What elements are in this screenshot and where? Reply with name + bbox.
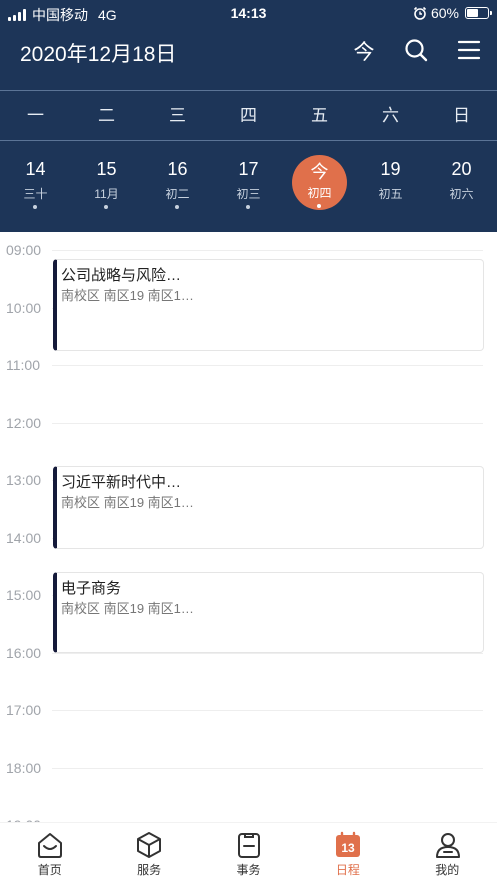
hour-row: 12:00 [0,413,497,433]
app-header: 中国移动 4G 14:13 60% 2020年12月18日 今 一 二 三 四 … [0,0,497,232]
hour-label: 10:00 [6,299,42,316]
event-title: 公司战略与风险… [61,266,182,284]
date-cell[interactable]: 17 初三 [213,142,284,230]
date-number: 17 [238,159,259,179]
event-dot [246,205,250,209]
menu-button[interactable] [455,36,483,64]
tab-mine[interactable]: 我的 [398,823,497,883]
hour-label: 12:00 [6,414,42,431]
tab-label: 日程 [335,863,360,877]
date-number: 15 [96,159,117,179]
date-cell[interactable]: 14 三十 [0,142,71,230]
hour-gridline [52,767,483,769]
lunar-date: 初三 [236,187,261,201]
hour-row: 09:00 [0,240,497,260]
page-title: 2020年12月18日 [20,43,177,66]
event-location: 南校区 南区19 南区1… [61,287,194,303]
hour-row: 19:00 [0,815,497,822]
schedule-event-card[interactable]: 公司战略与风险… 南校区 南区19 南区1… [53,258,484,351]
event-location: 南校区 南区19 南区1… [61,494,194,510]
hour-row: 18:00 [0,758,497,778]
weekday-label: 五 [311,106,328,125]
date-strip: 14 三十 15 11月 16 初二 17 初三 今初四 19 初五 20 初六 [0,142,497,230]
lunar-date: 初六 [449,187,474,201]
weekday-label: 二 [98,106,115,125]
hour-row: 11:00 [0,355,497,375]
tab-affairs[interactable]: 事务 [199,823,298,883]
today-button[interactable]: 今 [350,36,378,64]
hour-gridline [52,652,483,654]
home-icon [38,833,62,858]
event-title: 电子商务 [61,580,122,597]
weekday-label: 六 [382,106,399,125]
hour-gridline [52,710,483,711]
date-cell[interactable]: 19 初五 [355,142,426,230]
hour-label: 09:00 [6,242,42,258]
search-icon [405,39,428,62]
event-dot [175,205,179,209]
hour-label: 14:00 [6,529,42,546]
menu-icon [457,40,481,60]
lunar-date: 三十 [23,187,48,201]
lunar-date: 初二 [165,187,190,201]
schedule-event-card[interactable]: 电子商务南校区 南区19 南区1… [53,572,484,653]
event-location: 南校区 南区19 南区1… [61,601,194,616]
hour-label: 15:00 [6,587,42,603]
alarm-icon [413,6,427,20]
event-dot [104,205,108,209]
weekday-label: 四 [240,106,257,125]
event-dot [33,205,37,209]
tab-label: 首页 [37,863,62,877]
hour-gridline [52,250,483,251]
date-number: 14 [25,159,46,179]
tab-label: 我的 [435,863,460,877]
hour-label: 17:00 [6,702,42,718]
clipboard-icon [237,833,260,858]
event-title: 习近平新时代中… [61,473,182,491]
hour-row: 17:00 [0,700,497,720]
date-number: 16 [167,159,188,179]
person-icon [435,833,460,858]
search-button[interactable] [402,36,430,64]
date-cell-selected[interactable]: 今初四 [284,142,355,230]
hour-label: 18:00 [6,759,42,776]
divider [0,90,497,91]
tab-services[interactable]: 服务 [99,823,198,883]
hour-label: 19:00 [6,815,41,822]
event-dot [317,204,321,208]
battery-percent: 60% [430,5,459,21]
divider [0,140,497,141]
schedule-event-card[interactable]: 习近平新时代中… 南校区 南区19 南区1… [53,465,484,549]
calendar-icon: 13 [336,831,361,857]
tab-label: 事务 [236,863,261,877]
date-number: 19 [380,159,401,179]
date-cell[interactable]: 16 初二 [142,142,213,230]
hour-label: 11:00 [6,357,40,373]
weekday-label: 一 [27,106,44,125]
date-number: 20 [451,159,472,179]
weekday-label: 三 [169,106,186,125]
hour-gridline [52,365,483,366]
hour-gridline [52,422,483,424]
date-number: 今 [310,162,329,182]
battery-icon [465,7,492,19]
lunar-date: 11月 [94,187,119,201]
lunar-date: 初四 [307,186,332,200]
status-bar: 中国移动 4G 14:13 60% [0,0,497,26]
tab-bar: 首页 服务 事务 13 日程 我的 [0,822,497,883]
schedule-timeline[interactable]: 09:00 10:00 11:00 12:00 13:00 14:00 15:00 16:00… [0,232,497,822]
date-cell[interactable]: 15 11月 [71,142,142,230]
tab-schedule[interactable]: 13 日程 [298,823,397,883]
weekday-label: 日 [453,106,470,125]
date-cell[interactable]: 20 初六 [426,142,497,230]
hour-label: 16:00 [6,644,42,661]
lunar-date: 初五 [378,187,403,201]
title-bar: 2020年12月18日 今 [0,30,497,74]
tab-home[interactable]: 首页 [0,823,99,883]
cube-icon [137,832,162,858]
tab-label: 服务 [137,863,162,877]
hour-label: 13:00 [6,472,42,488]
calendar-badge: 13 [341,841,355,855]
weekday-row: 一二三四五六日 [0,92,497,140]
